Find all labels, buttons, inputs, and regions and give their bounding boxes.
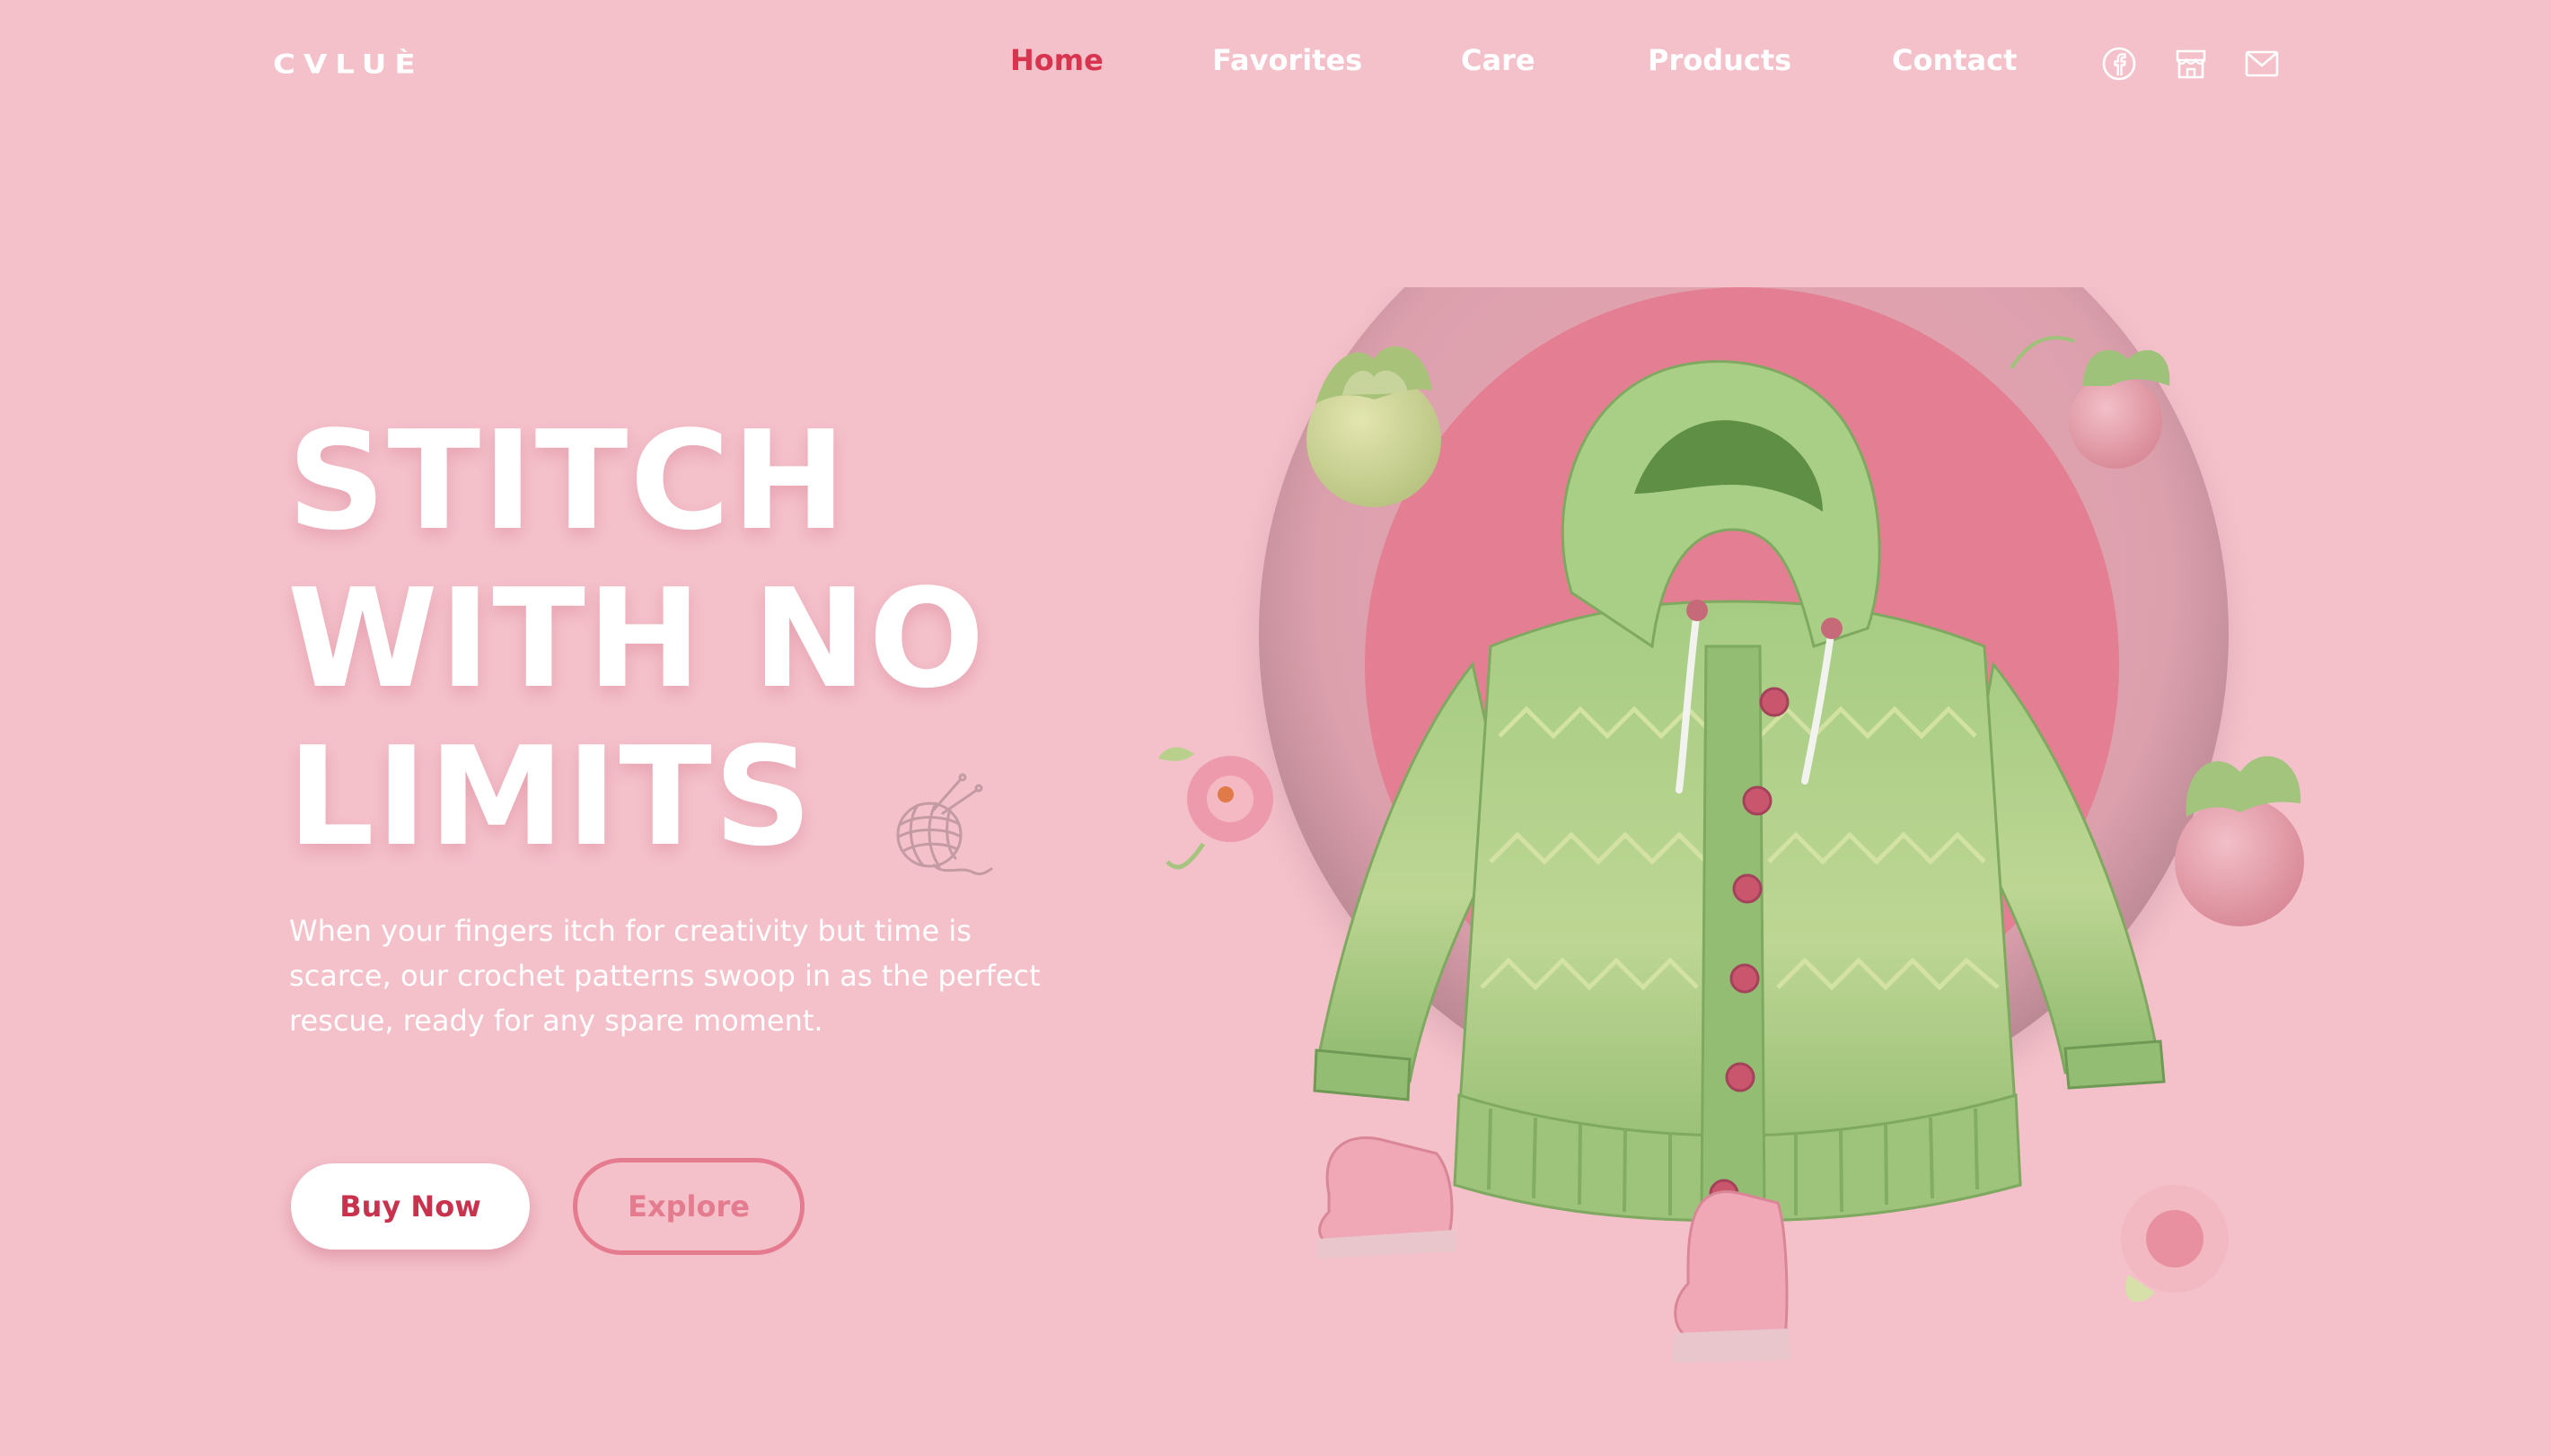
nav-contact[interactable]: Contact [1892,43,2017,77]
yarn-ball-icon [880,772,997,889]
explore-button[interactable]: Explore [573,1158,805,1255]
headline-line-1: STITCH [287,401,849,560]
pink-flower-left [1158,747,1273,870]
plant-pot-right [2175,756,2304,926]
pink-flower-bottom-right [2121,1185,2229,1303]
buy-now-button[interactable]: Buy Now [291,1163,530,1250]
store-icon[interactable] [2173,46,2209,82]
nav-favorites[interactable]: Favorites [1212,43,1362,77]
brand-logo[interactable]: CVLUÈ [273,49,424,80]
nav-home[interactable]: Home [1010,43,1104,77]
hero-illustration [1113,287,2371,1456]
nav-care[interactable]: Care [1461,43,1535,77]
pink-boot-left [1316,1136,1456,1259]
nav-products[interactable]: Products [1648,43,1791,77]
plant-pot-top-left [1306,346,1441,507]
hero-description: When your fingers itch for creativity bu… [289,914,1041,1038]
headline-line-2: WITH NO [287,559,987,718]
facebook-icon[interactable] [2101,46,2137,82]
mail-icon[interactable] [2244,46,2280,82]
